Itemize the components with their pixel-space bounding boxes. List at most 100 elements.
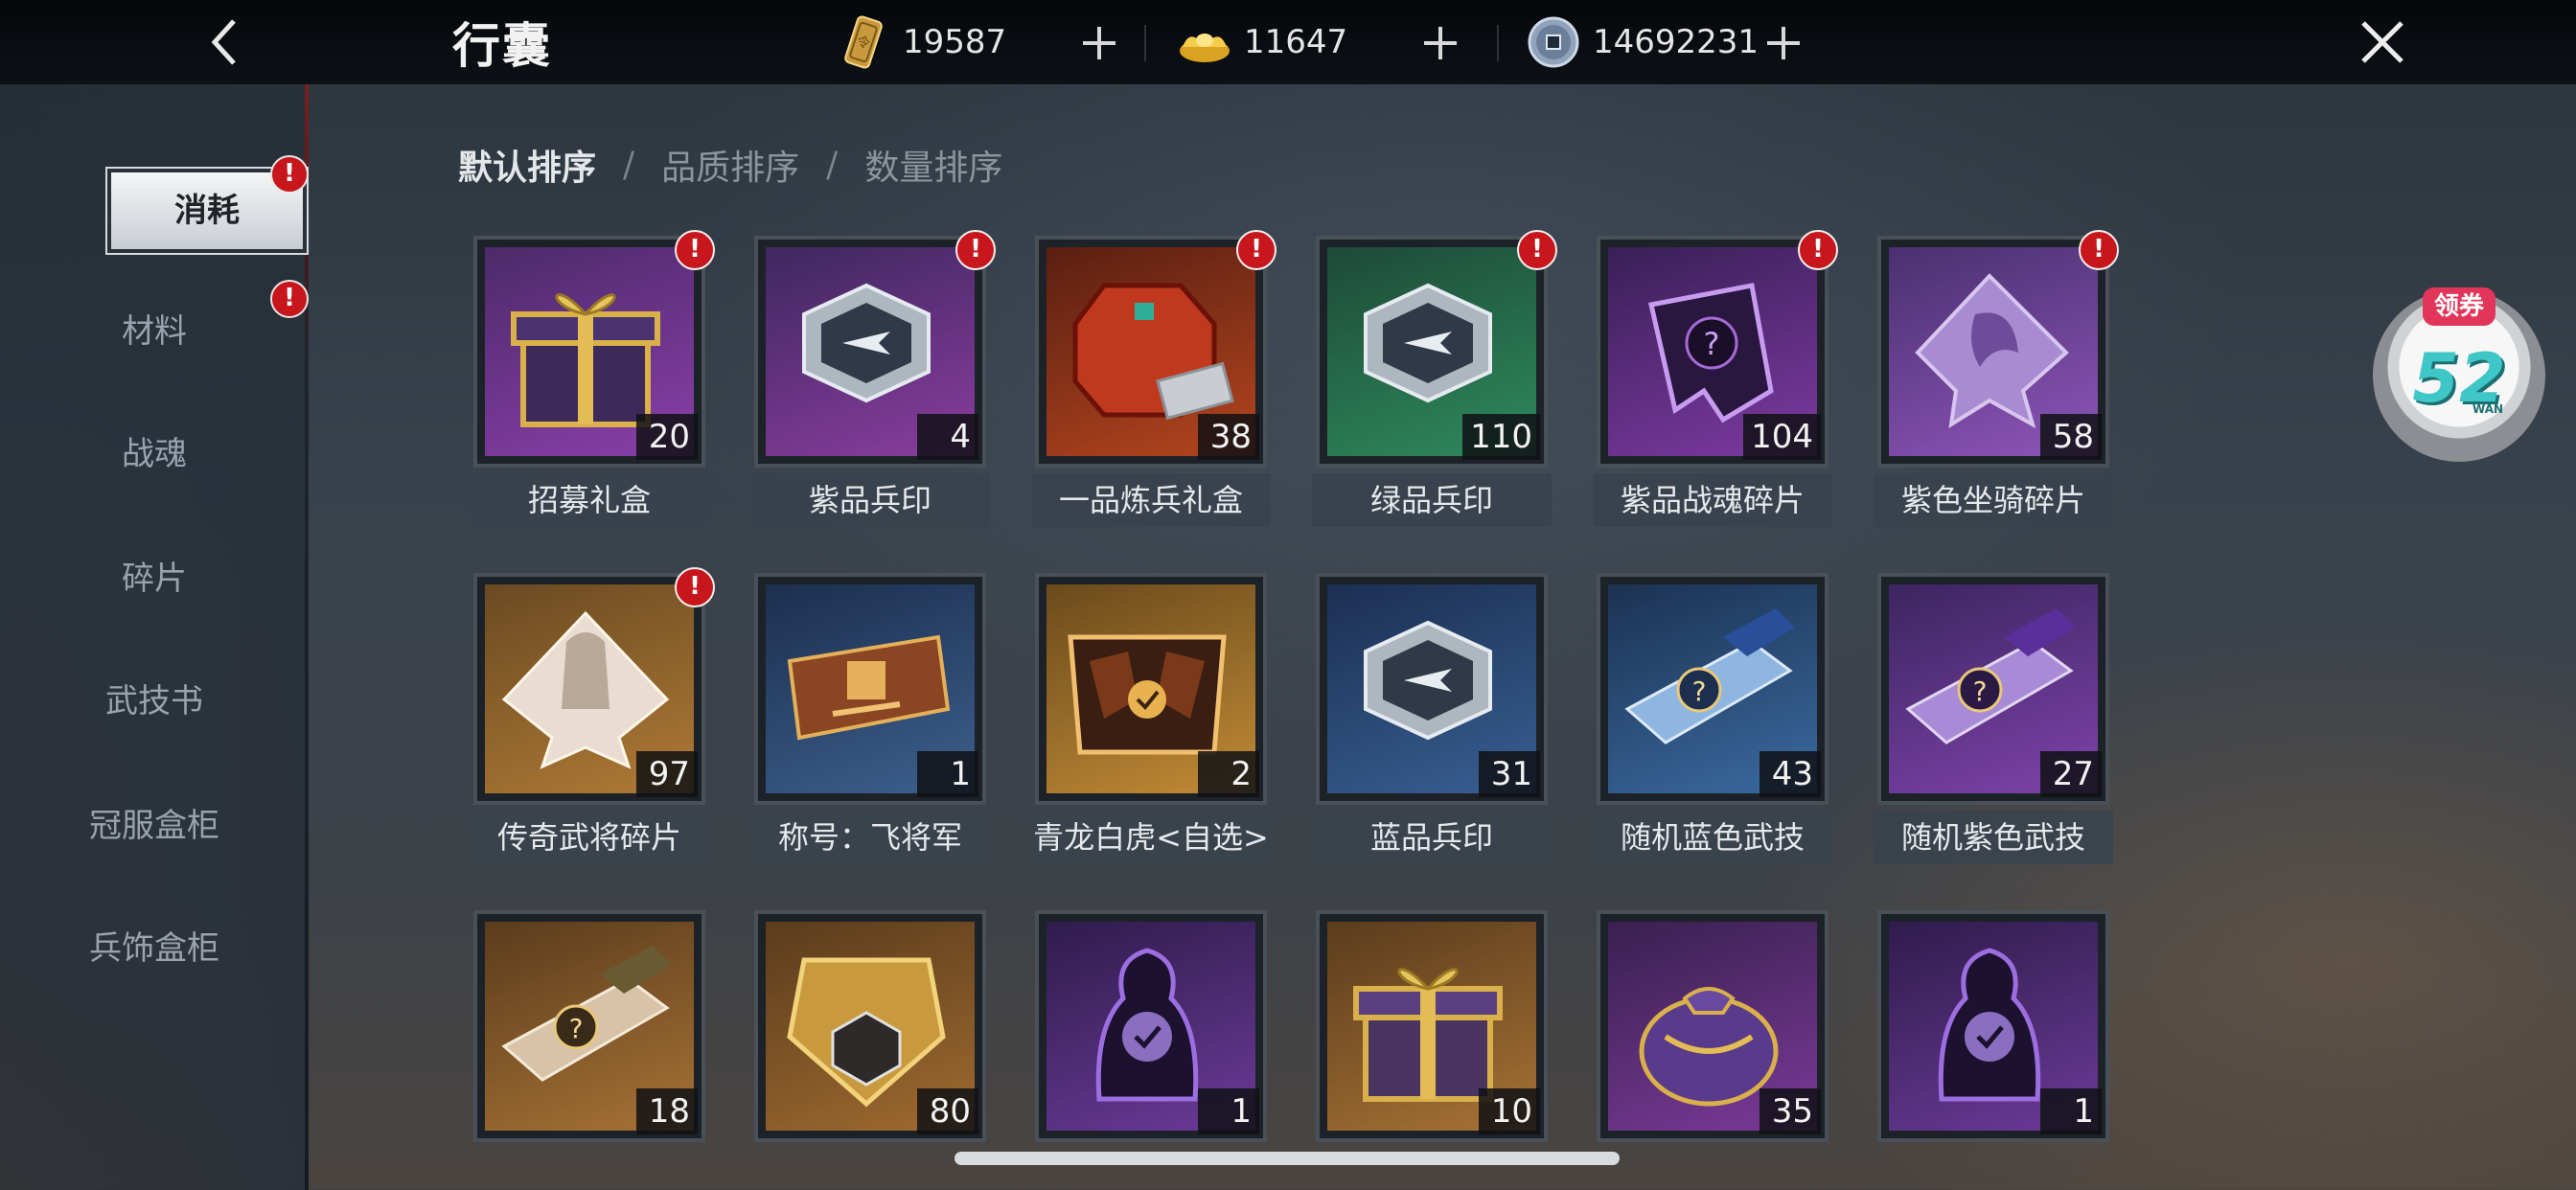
sort-default[interactable]: 默认排序 [458,140,596,190]
item-count: 97 [636,751,698,797]
sidebar-item-label: 消耗 [174,192,240,230]
item-name: 随机蓝色武技 [1593,811,1832,864]
item-frame: 2 [1035,573,1267,805]
item-count: 35 [1760,1088,1821,1134]
sidebar-item-weapon-skin-cabinet[interactable]: 兵饰盒柜 [0,910,309,987]
token-ticket-icon: 令 [844,15,883,69]
item-frame: 4 [754,236,986,468]
item-frame: ? 27 [1877,573,2109,805]
item-name: 随机紫色武技 [1874,811,2113,864]
item-name: 称号：飞将军 [750,811,990,864]
inventory-item[interactable]: 31 蓝品兵印 [1312,573,1552,864]
inventory-item[interactable]: 97 ! 传奇武将碎片 [470,567,715,864]
inventory-item[interactable]: ? 43 随机蓝色武技 [1593,573,1832,864]
inventory-item[interactable]: 1 称号：飞将军 [750,573,990,864]
inventory-item[interactable]: 1 [1874,910,2113,1190]
coupon-number: 52 [2412,339,2506,418]
sidebar-item-label: 武技书 [105,682,203,721]
alert-badge: ! [2079,230,2119,270]
item-count: 110 [1462,414,1540,460]
svg-text:?: ? [1973,675,1988,707]
sort-separator: / [623,145,635,185]
add-gold-button[interactable] [1416,19,1464,67]
close-icon[interactable] [2354,13,2411,71]
inventory-item[interactable]: 1 [1031,910,1271,1190]
coin-amount: 14692231 [1593,23,1760,61]
item-name: 青龙白虎<自选> [1031,811,1271,864]
sidebar-item-label: 冠服盒柜 [89,807,219,845]
inventory-item[interactable]: 10 [1312,910,1552,1190]
alert-badge: ! [1236,230,1276,270]
alert-badge: ! [1517,230,1557,270]
item-frame: 80 [754,910,986,1142]
item-count: 38 [1198,414,1259,460]
item-name: 紫品战魂碎片 [1593,473,1832,527]
inventory-item[interactable]: ? 104 ! 紫品战魂碎片 [1593,230,1838,527]
sidebar-item-label: 兵饰盒柜 [89,929,219,968]
item-count: 31 [1479,751,1540,797]
item-count: 1 [2040,1088,2102,1134]
item-count: 20 [636,414,698,460]
alert-badge: ! [675,230,715,270]
inventory-item[interactable]: 58 ! 紫色坐骑碎片 [1874,230,2119,527]
item-count: 1 [1198,1088,1259,1134]
sidebar-item-fragments[interactable]: 碎片 [0,540,309,617]
inventory-item[interactable]: 35 [1593,910,1832,1190]
sort-quantity[interactable]: 数量排序 [864,140,1002,190]
item-frame: ? 43 [1597,573,1828,805]
item-frame: 58 [1877,236,2109,468]
item-count: 27 [2040,751,2102,797]
inventory-item[interactable]: 2 青龙白虎<自选> [1031,573,1271,864]
back-arrow-icon[interactable] [199,13,257,71]
item-count: 43 [1760,751,1821,797]
inventory-item[interactable]: 4 ! 紫品兵印 [750,230,996,527]
item-count: 4 [917,414,978,460]
item-frame: 97 [473,573,705,805]
item-name: 蓝品兵印 [1312,811,1552,864]
sort-quality[interactable]: 品质排序 [661,140,799,190]
page-title: 行囊 [452,17,552,74]
alert-badge: ! [270,155,309,194]
item-frame: 10 [1316,910,1548,1142]
coupon-brand: WAN [2472,402,2504,416]
item-frame: 1 [1035,910,1267,1142]
sidebar-item-skill-books[interactable]: 武技书 [0,663,309,740]
add-coin-button[interactable] [1760,19,1807,67]
currency-ticket: 令 19587 [836,13,1006,71]
currency-coin: 14692231 [1526,13,1759,71]
sidebar-item-war-soul[interactable]: 战魂 [0,416,309,492]
sidebar-item-label: 材料 [122,312,187,351]
item-frame: 38 [1035,236,1267,468]
add-ticket-button[interactable] [1075,19,1123,67]
sidebar-item-label: 战魂 [122,435,187,473]
divider [1497,25,1499,61]
item-name: 紫色坐骑碎片 [1874,473,2113,527]
item-frame: 35 [1597,910,1828,1142]
sidebar-item-costume-cabinet[interactable]: 冠服盒柜 [0,788,309,864]
gold-ingot-icon [1180,34,1230,62]
item-count: 58 [2040,414,2102,460]
inventory-item[interactable]: 110 ! 绿品兵印 [1312,230,1557,527]
item-frame: 1 [1877,910,2109,1142]
item-frame: 31 [1316,573,1548,805]
home-indicator[interactable] [954,1152,1620,1165]
inventory-item[interactable]: 20 ! 招募礼盒 [470,230,715,527]
svg-text:?: ? [569,1013,584,1044]
svg-text:?: ? [1692,675,1707,707]
inventory-item[interactable]: 38 ! 一品炼兵礼盒 [1031,230,1276,527]
alert-badge: ! [955,230,996,270]
item-count: 104 [1743,414,1821,460]
inventory-item[interactable]: ? 18 [470,910,709,1190]
item-count: 10 [1479,1088,1540,1134]
alert-badge: ! [1798,230,1838,270]
sidebar-item-materials[interactable]: 材料 [0,293,309,370]
inventory-item[interactable]: ? 27 随机紫色武技 [1874,573,2113,864]
item-count: 18 [636,1088,698,1134]
divider [1144,25,1146,61]
inventory-item[interactable]: 80 [750,910,990,1190]
item-frame: 1 [754,573,986,805]
coupon-tag: 领券 [2423,287,2496,326]
item-count: 80 [917,1088,978,1134]
item-name: 一品炼兵礼盒 [1031,473,1271,527]
coupon-float-button[interactable]: 领券 52 WAN [2373,287,2545,462]
